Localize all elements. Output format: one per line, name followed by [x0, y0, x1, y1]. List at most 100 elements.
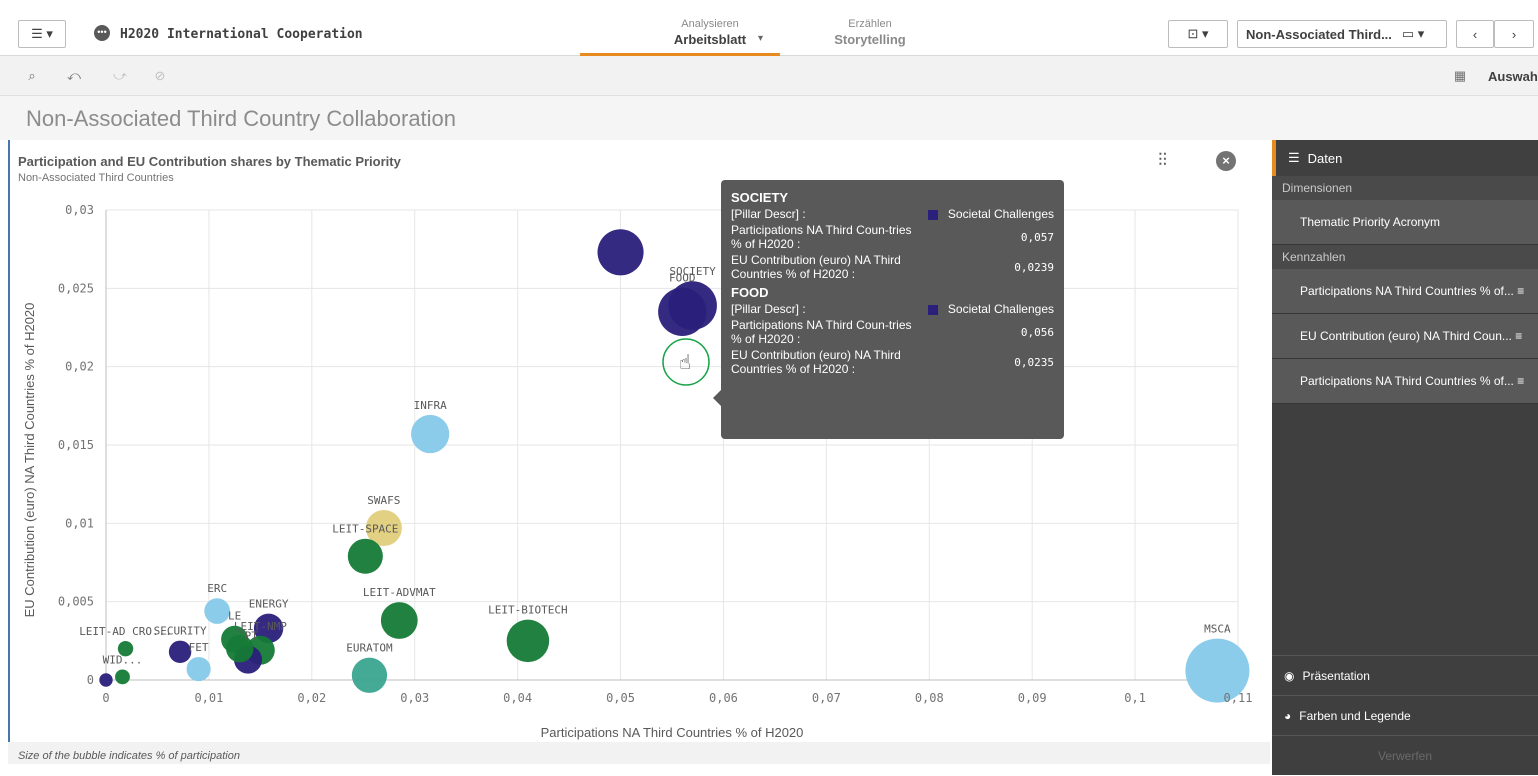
x-tick-label: 0,05: [606, 691, 635, 705]
bubble-label: WID...: [103, 653, 143, 666]
chevron-left-icon: ‹: [1472, 26, 1478, 42]
measure-item[interactable]: Participations NA Third Countries % of..…: [1272, 359, 1538, 404]
y-tick-label: 0,02: [65, 360, 94, 374]
x-tick-label: 0,08: [915, 691, 944, 705]
data-bubble: [506, 619, 550, 663]
next-sheet-button[interactable]: ›: [1494, 20, 1534, 48]
data-bubble: [115, 669, 130, 685]
tooltip-row: EU Contribution (euro) NA Third Countrie…: [731, 253, 1054, 281]
chevron-down-icon[interactable]: ▾: [758, 33, 763, 44]
y-tick-label: 0: [87, 673, 94, 687]
sheet-title: Non-Associated Third Country Collaborati…: [26, 106, 457, 131]
y-axis-ticks: 0 0,005 0,01 0,015 0,02 0,025 0,03: [58, 203, 94, 687]
smart-search-icon[interactable]: ⌕: [22, 66, 42, 86]
data-bubble: [597, 229, 644, 276]
previous-sheet-button[interactable]: ‹: [1456, 20, 1494, 48]
x-tick-label: 0,07: [812, 691, 841, 705]
sheet-selector[interactable]: Non-Associated Third... ▭ ▾: [1237, 20, 1447, 48]
chart-footnote: Size of the bubble indicates % of partic…: [18, 750, 240, 762]
x-tick-label: 0,09: [1018, 691, 1047, 705]
selections-icon[interactable]: ▦: [1450, 66, 1470, 86]
chart-title: Participation and EU Contribution shares…: [18, 154, 401, 169]
data-bubble: [204, 598, 230, 624]
y-axis-label: EU Contribution (euro) NA Third Countrie…: [22, 303, 37, 618]
presentation-section[interactable]: ◉ Präsentation: [1272, 655, 1538, 695]
bubble-label: TPT: [238, 630, 258, 643]
x-axis-ticks: 0 0,01 0,02 0,03 0,04 0,05 0,06 0,07 0,08 0,09 0,1…: [102, 691, 1252, 705]
bookmark-button[interactable]: ⊡ ▾: [1168, 20, 1228, 48]
bubble-label: SWAFS: [367, 494, 400, 507]
discard-button[interactable]: Verwerfen: [1272, 735, 1538, 775]
bubble-label: LEIT-BIOTECH: [488, 604, 567, 617]
tooltip-row: EU Contribution (euro) NA Third Countrie…: [731, 348, 1054, 376]
x-tick-label: 0,06: [709, 691, 738, 705]
chart-tooltip: SOCIETY [Pillar Descr] : Societal Challe…: [713, 180, 1064, 439]
data-bubble: [99, 673, 113, 687]
measure-item[interactable]: EU Contribution (euro) NA Third Coun... …: [1272, 314, 1538, 359]
data-bubble: [380, 602, 418, 639]
drag-handle-icon[interactable]: ≡: [1517, 374, 1524, 388]
app-title: H2020 International Cooperation: [120, 27, 363, 42]
panel-data-header[interactable]: ☰ Daten: [1272, 140, 1538, 176]
menu-button[interactable]: ☰ ▾: [18, 20, 66, 48]
clear-selections-icon[interactable]: ⊘: [150, 66, 170, 86]
bubble-chart[interactable]: SOCIETY FOOD INFRA SWAFS LEIT-SPACE LEIT-ADVM…: [8, 190, 1270, 750]
bubble-label: FET: [189, 641, 209, 654]
y-tick-label: 0,005: [58, 595, 94, 609]
data-bubble: [351, 657, 388, 693]
dimensions-section-label: Dimensionen: [1272, 176, 1538, 200]
drag-handle-icon[interactable]: ≡: [1517, 284, 1524, 298]
tooltip-row: Participations NA Third Coun-tries % of …: [731, 318, 1054, 346]
bubble-label: LEIT-AD CRO...: [79, 625, 172, 638]
palette-icon: ◕: [1284, 709, 1292, 723]
bubble-label: ERC: [207, 582, 227, 595]
close-icon[interactable]: ×: [1216, 151, 1236, 171]
tooltip-title: FOOD: [731, 285, 769, 300]
bubble-label: LEIT-SPACE: [332, 523, 398, 536]
selections-label[interactable]: Auswahl: [1488, 69, 1538, 84]
legend-swatch: [927, 209, 938, 220]
measure-item[interactable]: Participations NA Third Countries % of..…: [1272, 269, 1538, 314]
chevron-right-icon: ›: [1511, 26, 1517, 42]
y-tick-label: 0,025: [58, 281, 94, 295]
sheet-title-bar: Non-Associated Third Country Collaborati…: [0, 96, 1538, 140]
selection-toolbar: ⌕ ⤺ ⤻ ⊘ ▦ Auswahl: [0, 56, 1538, 96]
bubble-label: MSCA: [1204, 623, 1231, 636]
database-icon: ☰: [1288, 150, 1300, 165]
bubble-label: ENERGY: [249, 598, 289, 611]
x-tick-label: 0,02: [297, 691, 326, 705]
x-axis-label: Participations NA Third Countries % of H…: [541, 725, 804, 740]
x-tick-label: 0,01: [194, 691, 223, 705]
y-tick-label: 0,01: [65, 516, 94, 530]
measures-section-label: Kennzahlen: [1272, 245, 1538, 269]
y-tick-label: 0,015: [58, 438, 94, 452]
tooltip-title: SOCIETY: [731, 190, 789, 205]
data-bubble: [658, 287, 707, 336]
x-tick-label: 0,1: [1124, 691, 1146, 705]
chart-subtitle: Non-Associated Third Countries: [18, 172, 174, 184]
y-tick-label: 0,03: [65, 203, 94, 217]
step-back-icon[interactable]: ⤺: [64, 66, 84, 86]
bubble-label: FOOD: [669, 272, 696, 285]
bubble-label: EURATOM: [346, 642, 393, 655]
exploration-menu-icon[interactable]: ⫶⫶: [1158, 150, 1167, 171]
hand-cursor-icon: ☝: [679, 350, 691, 374]
x-tick-label: 0,03: [400, 691, 429, 705]
data-bubble: [347, 538, 383, 574]
colors-legend-section[interactable]: ◕ Farben und Legende: [1272, 695, 1538, 735]
eye-icon: ◉: [1284, 669, 1295, 683]
step-forward-icon[interactable]: ⤻: [110, 66, 130, 86]
bubble-label: INFRA: [414, 399, 447, 412]
properties-panel: ☰ Daten Dimensionen Thematic Priority Ac…: [1272, 140, 1538, 775]
dimension-item[interactable]: Thematic Priority Acronym: [1272, 200, 1538, 245]
legend-swatch: [927, 304, 938, 315]
hamburger-icon: ☰ ▾: [31, 26, 53, 41]
bubble-label: LEIT-ADVMAT: [363, 586, 436, 599]
top-bar: ☰ ▾ ••• H2020 International Cooperation …: [0, 0, 1538, 56]
data-bubble: [411, 414, 450, 454]
tooltip-arrow: [713, 390, 721, 406]
tab-storytelling[interactable]: Erzählen Storytelling: [800, 18, 940, 47]
x-tick-label: 0,11: [1224, 691, 1253, 705]
x-tick-label: 0,04: [503, 691, 532, 705]
drag-handle-icon[interactable]: ≡: [1515, 329, 1522, 343]
